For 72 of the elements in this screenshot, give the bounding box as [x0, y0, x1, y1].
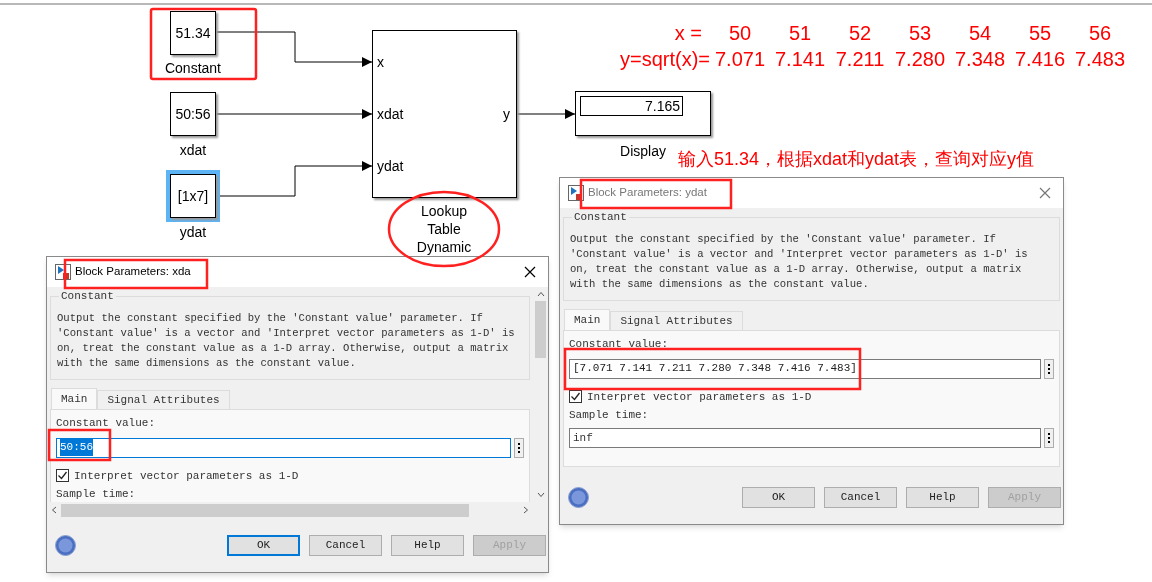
- scroll-thumb[interactable]: [61, 503, 469, 517]
- dialog-button[interactable]: OK: [742, 486, 815, 508]
- checkbox-label: Interpret vector parameters as 1-D: [74, 468, 299, 484]
- more-options-button[interactable]: [1044, 428, 1054, 448]
- close-icon[interactable]: [524, 266, 536, 278]
- port-label: ydat: [377, 158, 404, 174]
- tab[interactable]: Main: [564, 309, 611, 330]
- checkbox[interactable]: [56, 469, 69, 483]
- port-label: x: [377, 54, 384, 70]
- window-title: Block Parameters: xda: [75, 264, 191, 280]
- scroll-thumb[interactable]: [535, 301, 546, 358]
- value-field[interactable]: 50:56: [56, 437, 511, 458]
- scroll-left-icon[interactable]: [51, 506, 57, 514]
- block-label: Constant: [163, 59, 222, 78]
- x-value: 55: [1027, 21, 1053, 46]
- dialog-button[interactable]: Help: [391, 534, 464, 556]
- tab[interactable]: Main: [51, 388, 98, 409]
- help-icon[interactable]: [55, 534, 76, 556]
- dialog-button[interactable]: Help: [906, 486, 979, 508]
- scroll-down-icon[interactable]: [536, 492, 545, 498]
- y-value: 7.483: [1073, 47, 1127, 72]
- x-label: x =: [673, 21, 703, 46]
- description-text: Output the constant specified by the 'Constant value' parameter. If 'Constant value' is a vector and 'Interpret vector parameters as 1-D' is on, treat the constant value as a 1-D array. Otherwise, output a matrix with the same dimensions as the constant value.: [57, 311, 516, 371]
- window-title: Block Parameters: ydat: [588, 185, 707, 201]
- x-value: 54: [967, 21, 993, 46]
- more-options-button[interactable]: [1044, 358, 1054, 379]
- x-value: 50: [727, 21, 753, 46]
- x-value: 51: [787, 21, 813, 46]
- x-value: 56: [1087, 21, 1113, 46]
- scroll-right-icon[interactable]: [523, 506, 529, 514]
- y-value: 7.416: [1013, 47, 1067, 72]
- display-block[interactable]: 7.165: [575, 91, 711, 136]
- highlight-rectangle: [47, 428, 112, 462]
- block-label: Lookup: [421, 202, 467, 220]
- block-label: Table: [427, 220, 461, 238]
- vertical-scrollbar[interactable]: [533, 287, 548, 502]
- block-label: Dynamic: [416, 238, 472, 256]
- note-text: 输入51.34，根据xdat和ydat表，查询对应y值: [678, 148, 1035, 171]
- block-label: Display: [619, 142, 667, 161]
- more-options-button[interactable]: [514, 437, 524, 458]
- field-label: Sample time:: [56, 488, 137, 501]
- y-value: 7.211: [834, 47, 886, 72]
- y-value: 7.280: [893, 47, 947, 72]
- checkbox-label: Interpret vector parameters as 1-D: [587, 389, 812, 405]
- field-label: Sample time:: [569, 409, 650, 422]
- field-label: Constant value:: [56, 416, 157, 431]
- lookup-table-block[interactable]: [372, 30, 517, 198]
- sample-time-field[interactable]: inf: [569, 428, 1041, 448]
- checkbox[interactable]: [569, 390, 582, 404]
- x-value: 52: [847, 21, 873, 46]
- block-label: xdat: [178, 141, 208, 160]
- y-value: 7.348: [953, 47, 1007, 72]
- constant-block[interactable]: [1x7]: [166, 170, 220, 222]
- x-value: 53: [907, 21, 933, 46]
- tab[interactable]: Signal Attributes: [97, 390, 230, 409]
- y-value: 7.071: [713, 47, 767, 72]
- port-label: y: [503, 106, 510, 122]
- y-value: 7.141: [773, 47, 827, 72]
- field-label: Constant value:: [569, 337, 670, 352]
- tab[interactable]: Signal Attributes: [610, 311, 743, 330]
- port-label: xdat: [377, 106, 404, 122]
- dialog-button[interactable]: Cancel: [824, 486, 897, 508]
- y-label: y=sqrt(x)=: [618, 47, 710, 72]
- dialog-button[interactable]: Cancel: [309, 534, 382, 556]
- description-text: Output the constant specified by the 'Constant value' parameter. If 'Constant value' is a vector and 'Interpret vector parameters as 1-D' is on, treat the constant value as a 1-D array. Otherwise, output a matrix with the same dimensions as the constant value.: [570, 232, 1029, 292]
- block-label: ydat: [178, 223, 208, 242]
- help-icon[interactable]: [568, 486, 589, 508]
- scroll-up-icon[interactable]: [536, 291, 545, 297]
- value-field[interactable]: [7.071 7.141 7.211 7.280 7.348 7.416 7.483]: [569, 358, 1041, 379]
- signal-line: [516, 109, 576, 119]
- dialog-button[interactable]: OK: [227, 534, 300, 556]
- display-readout: 7.165: [580, 96, 683, 116]
